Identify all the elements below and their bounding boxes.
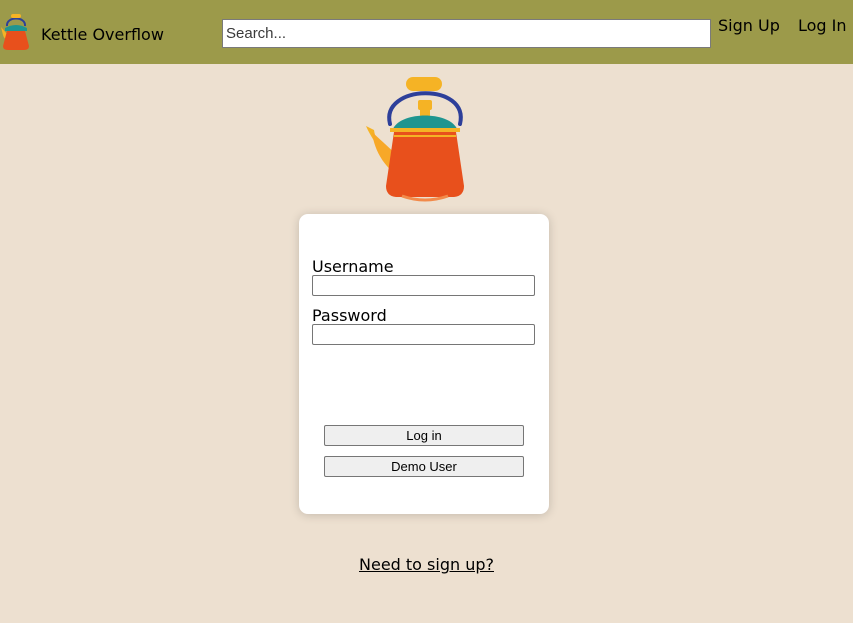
kettle-illustration-icon bbox=[366, 77, 464, 202]
demo-user-button[interactable]: Demo User bbox=[324, 456, 524, 477]
search-input[interactable] bbox=[222, 19, 711, 48]
nav-sign-up-link[interactable]: Sign Up bbox=[718, 16, 780, 35]
username-label: Username bbox=[312, 257, 394, 276]
need-to-sign-up-link[interactable]: Need to sign up? bbox=[359, 555, 494, 574]
password-field[interactable] bbox=[312, 324, 535, 345]
kettle-icon[interactable] bbox=[0, 11, 32, 53]
nav-log-in-link[interactable]: Log In bbox=[798, 16, 847, 35]
login-card: Username Password Log in Demo User bbox=[299, 214, 549, 514]
log-in-button[interactable]: Log in bbox=[324, 425, 524, 446]
username-field[interactable] bbox=[312, 275, 535, 296]
signup-prompt: Need to sign up? bbox=[0, 555, 853, 574]
site-title[interactable]: Kettle Overflow bbox=[41, 25, 164, 44]
navbar: Kettle Overflow Sign Up Log In bbox=[0, 0, 853, 64]
password-label: Password bbox=[312, 306, 387, 325]
